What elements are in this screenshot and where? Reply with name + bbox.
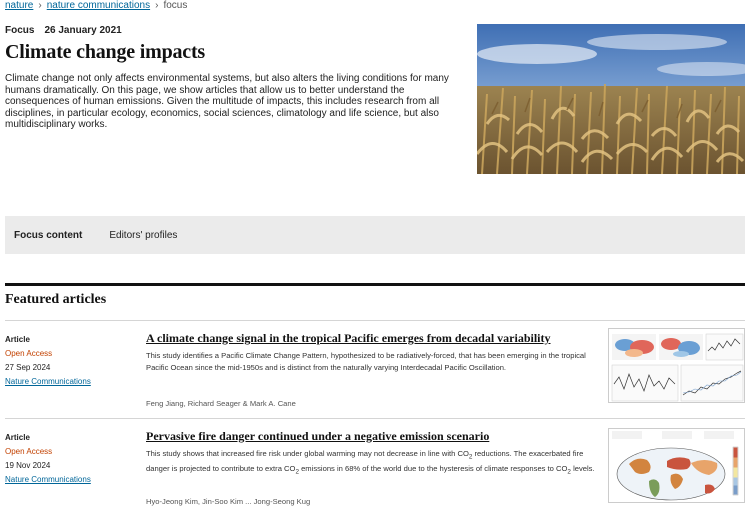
article-authors: Hyo-Jeong Kim, Jin-Soo Kim ... Jong-Seon… <box>146 497 311 506</box>
journal-link[interactable]: Nature Communications <box>5 473 135 487</box>
article-type: Article <box>5 335 30 344</box>
chevron-right-icon: › <box>155 0 159 11</box>
section-title: Featured articles <box>5 292 107 307</box>
article-thumbnail-figure[interactable] <box>608 328 745 403</box>
row-divider <box>5 418 745 419</box>
article-date: 27 Sep 2024 <box>5 363 51 372</box>
article-card: Article Open Access 19 Nov 2024 Nature C… <box>5 418 745 515</box>
article-date: 19 Nov 2024 <box>5 461 51 470</box>
breadcrumb-link-nature-communications[interactable]: nature communications <box>47 0 150 11</box>
article-title-link[interactable]: A climate change signal in the tropical … <box>146 331 551 346</box>
tab-bar: Focus content Editors' profiles <box>5 216 745 254</box>
row-divider <box>5 320 745 321</box>
tab-focus-content[interactable]: Focus content <box>14 230 97 241</box>
section-divider <box>5 283 745 286</box>
article-authors: Feng Jiang, Richard Seager & Mark A. Can… <box>146 399 296 408</box>
breadcrumb: nature › nature communications › focus <box>5 0 187 11</box>
open-access-badge: Open Access <box>5 447 53 456</box>
article-meta: Article Open Access 19 Nov 2024 Nature C… <box>5 431 135 487</box>
publish-date: 26 January 2021 <box>44 25 122 36</box>
page-title: Climate change impacts <box>5 41 206 63</box>
article-title-link[interactable]: Pervasive fire danger continued under a … <box>146 429 489 444</box>
article-type: Article <box>5 433 30 442</box>
content-type-label: Focus <box>5 25 35 36</box>
intro-paragraph: Climate change not only affects environm… <box>5 73 449 131</box>
open-access-badge: Open Access <box>5 349 53 358</box>
article-description: This study identifies a Pacific Climate … <box>146 351 586 372</box>
page-meta: Focus 26 January 2021 <box>5 25 122 36</box>
chevron-right-icon: › <box>38 0 42 11</box>
tab-editors-profiles[interactable]: Editors' profiles <box>109 230 192 241</box>
hero-image-dry-cornfield <box>477 24 745 174</box>
journal-link[interactable]: Nature Communications <box>5 375 135 389</box>
article-meta: Article Open Access 27 Sep 2024 Nature C… <box>5 333 135 389</box>
breadcrumb-current: focus <box>163 0 188 11</box>
article-description: This study shows that increased fire ris… <box>146 449 595 476</box>
article-thumbnail-figure[interactable] <box>608 428 745 503</box>
breadcrumb-link-nature[interactable]: nature <box>5 0 33 11</box>
article-card: Article Open Access 27 Sep 2024 Nature C… <box>5 320 745 418</box>
